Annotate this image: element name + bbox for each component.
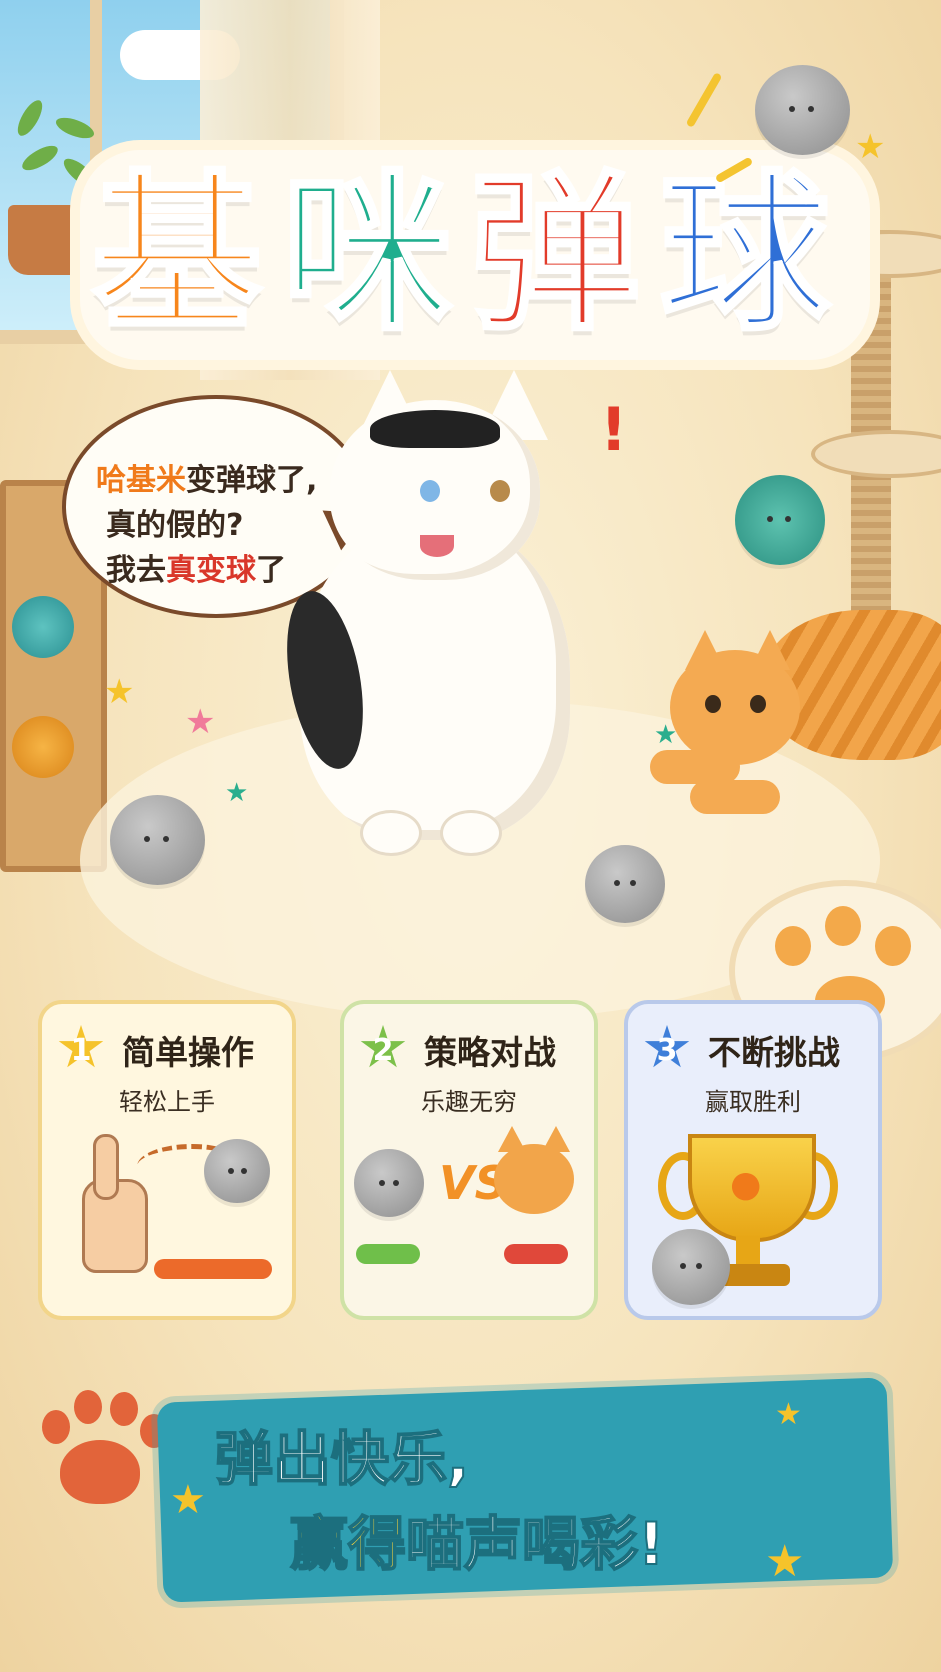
paddle-left bbox=[356, 1244, 420, 1264]
yarn-ball-icon bbox=[12, 596, 74, 658]
feature-card-1: ★ 1 简单操作 轻松上手 bbox=[38, 1000, 296, 1320]
star-icon: ★ bbox=[654, 720, 678, 750]
slogan-line-2: 赢得喵声喝彩! bbox=[289, 1509, 665, 1579]
title-char-3: 弹 bbox=[468, 154, 642, 356]
white-cat bbox=[270, 360, 600, 860]
feature-number: 1 bbox=[70, 1033, 92, 1068]
star-icon: ★ bbox=[185, 702, 216, 742]
tabby-cat-head bbox=[494, 1126, 574, 1214]
feature-title: 不断挑战 bbox=[708, 1033, 840, 1072]
speech-line-2: 真的假的? bbox=[106, 508, 244, 543]
star-icon: ★ bbox=[104, 672, 135, 712]
speech-line-3: 我去真变球了 bbox=[106, 553, 286, 588]
dust-ball-character bbox=[204, 1139, 270, 1203]
feature-card-2: ★ 2 策略对战 乐趣无穷 VS bbox=[340, 1000, 598, 1320]
pointing-hand-icon bbox=[82, 1134, 148, 1273]
dust-ball-character bbox=[110, 795, 205, 885]
feature-card-3: ★ 3 不断挑战 赢取胜利 ● bbox=[624, 1000, 882, 1320]
title-char-1: 基 bbox=[90, 154, 264, 356]
star-icon: ★ bbox=[775, 1397, 802, 1432]
star-icon: ★ bbox=[855, 127, 886, 167]
spark-line bbox=[685, 72, 723, 128]
exclaim-mark: ! bbox=[600, 395, 628, 465]
orange-cat bbox=[650, 590, 941, 850]
feature-subtitle: 轻松上手 bbox=[119, 1088, 215, 1116]
title-char-2: 咪 bbox=[280, 154, 454, 356]
yarn-ball-icon bbox=[12, 716, 74, 778]
feature-subtitle: 乐趣无穷 bbox=[421, 1088, 517, 1116]
dust-ball-character bbox=[652, 1229, 730, 1305]
paw-icon: ● bbox=[730, 1164, 762, 1205]
star-icon: ★ bbox=[765, 1536, 805, 1587]
dust-ball-character bbox=[585, 845, 665, 923]
yarn-ball-icon bbox=[735, 475, 825, 565]
paddle-right bbox=[504, 1244, 568, 1264]
paw-icon bbox=[30, 1390, 170, 1510]
title-char-4: 球 bbox=[658, 154, 832, 356]
paddle bbox=[154, 1259, 272, 1279]
dust-ball-character bbox=[755, 65, 850, 155]
feature-title: 简单操作 bbox=[122, 1033, 254, 1072]
star-icon: ★ bbox=[170, 1477, 206, 1523]
slogan-line-1: 弹出快乐, bbox=[214, 1424, 470, 1494]
dust-ball-character bbox=[354, 1149, 424, 1217]
feature-number: 3 bbox=[656, 1033, 678, 1068]
potted-plant bbox=[8, 205, 90, 275]
feature-number: 2 bbox=[372, 1033, 394, 1068]
star-icon: ★ bbox=[225, 778, 249, 808]
poster: 基 咪 弹 球 ★ 哈基米变弹球了, 真的假的? 我去真变球了 ! ★ ★ ★ … bbox=[0, 0, 941, 1672]
feature-subtitle: 赢取胜利 bbox=[705, 1088, 801, 1116]
feature-title: 策略对战 bbox=[424, 1033, 556, 1072]
